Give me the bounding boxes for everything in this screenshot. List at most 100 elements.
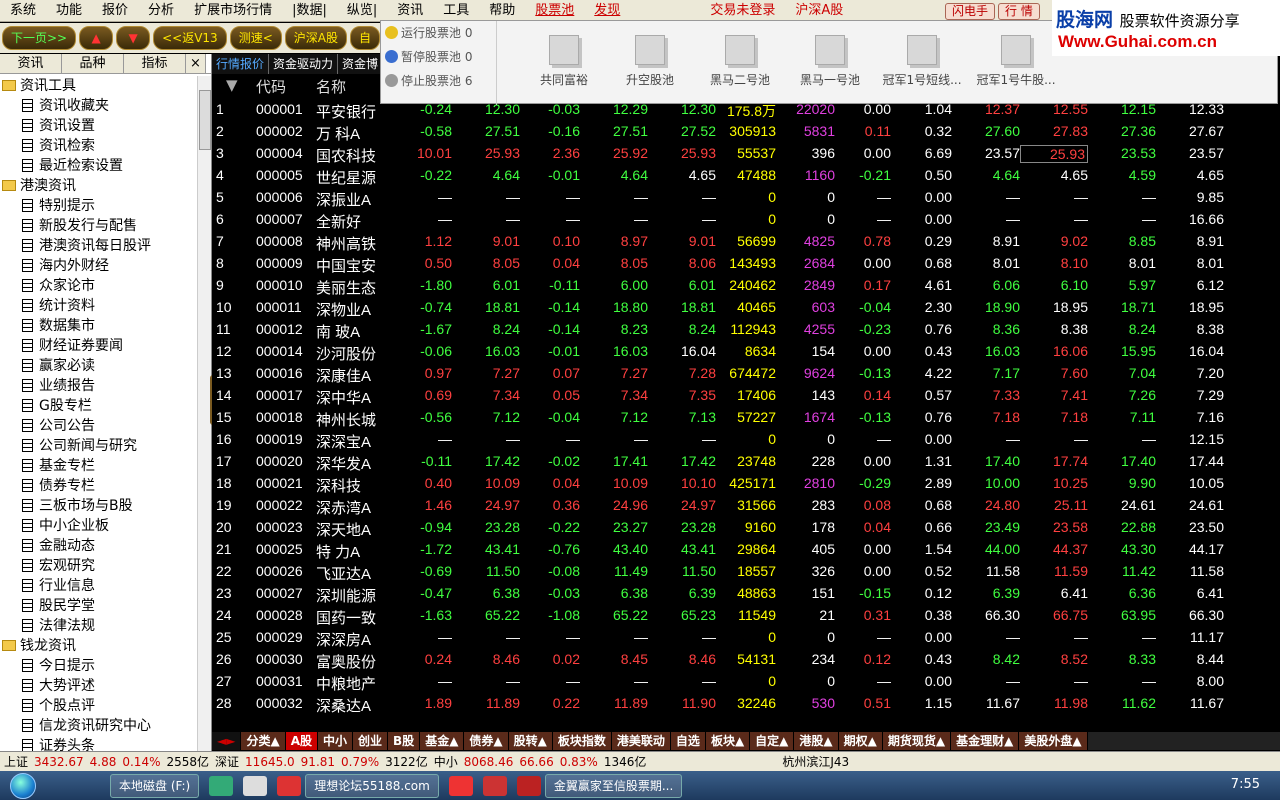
- taskbar-disk[interactable]: 本地磁盘 (F:): [110, 773, 200, 798]
- market-tab[interactable]: 创业: [353, 732, 389, 750]
- tree-item[interactable]: 个股点评: [0, 696, 196, 716]
- menu-data[interactable]: |数据|: [282, 0, 337, 22]
- menu-function[interactable]: 功能: [46, 0, 92, 22]
- pool-item[interactable]: 冠军1号短线...: [877, 35, 967, 88]
- tree-item[interactable]: 众家论市: [0, 276, 196, 296]
- table-row[interactable]: 6 000007 全新好 — — — — —0 0—0.00— — —16.66: [212, 208, 1226, 231]
- market-tab[interactable]: 基金▲: [420, 732, 465, 750]
- quote-button[interactable]: 行 情: [998, 3, 1040, 20]
- up-arrow-button[interactable]: ▲: [79, 26, 114, 50]
- tab-info[interactable]: 资讯: [0, 54, 62, 73]
- tree-item[interactable]: 统计资料: [0, 296, 196, 316]
- table-row[interactable]: 4 000005 世纪星源 -0.22 4.64 -0.01 4.64 4.65 47488 11…: [212, 164, 1226, 187]
- market-tab[interactable]: 港股▲: [794, 732, 839, 750]
- app-icon[interactable]: [516, 775, 541, 796]
- market-tab[interactable]: A股: [285, 732, 318, 750]
- tree-item[interactable]: 资讯设置: [0, 116, 196, 136]
- menu-help[interactable]: 帮助: [479, 0, 525, 22]
- market-tab[interactable]: 美股外盘▲: [1019, 732, 1088, 750]
- app-icon[interactable]: [277, 775, 302, 796]
- table-row[interactable]: 23 000027 深圳能源 -0.47 6.38 -0.03 6.38 6.39 48863 1…: [212, 582, 1226, 605]
- header-name[interactable]: 名称: [316, 76, 346, 97]
- market-tab[interactable]: 板块指数: [552, 732, 612, 750]
- clock[interactable]: 7:55: [1231, 777, 1260, 792]
- tab-fund-drive[interactable]: 资金驱动力: [269, 54, 339, 74]
- menu-info[interactable]: 资讯: [387, 0, 433, 22]
- table-row[interactable]: 7 000008 神州高铁 1.12 9.01 0.10 8.97 9.01 56699 4825…: [212, 230, 1226, 253]
- tab-scroll-arrows[interactable]: ◄►: [212, 732, 242, 750]
- tree-item[interactable]: 信龙资讯研究中心: [0, 716, 196, 736]
- taskbar-forum[interactable]: 理想论坛55188.com: [305, 773, 439, 798]
- self-select-button[interactable]: 自: [349, 26, 380, 50]
- pool-item[interactable]: 黑马一号池: [787, 35, 873, 88]
- tree-item[interactable]: 股民学堂: [0, 596, 196, 616]
- tree-folder[interactable]: 钱龙资讯: [0, 636, 196, 656]
- menu-analysis[interactable]: 分析: [138, 0, 184, 22]
- tree-item[interactable]: 数据集市: [0, 316, 196, 336]
- table-row[interactable]: 19 000022 深赤湾A 1.46 24.97 0.36 24.96 24.97 31566…: [212, 494, 1226, 517]
- tree-item[interactable]: 海内外财经: [0, 256, 196, 276]
- tree-item[interactable]: 赢家必读: [0, 356, 196, 376]
- tree-item[interactable]: 法律法规: [0, 616, 196, 636]
- market-tab[interactable]: 分类▲: [241, 732, 286, 750]
- stopped-pool[interactable]: 停止股票池 6: [381, 69, 496, 93]
- menu-stock-pool[interactable]: 股票池: [525, 0, 584, 22]
- menu-overview[interactable]: 纵览|: [337, 0, 387, 22]
- table-row[interactable]: 16 000019 深深宝A — — — — —0 0—0.00— — —12.15: [212, 428, 1226, 451]
- market-tab[interactable]: 港美联动: [611, 732, 671, 750]
- tree-item[interactable]: 金融动态: [0, 536, 196, 556]
- table-row[interactable]: 27 000031 中粮地产 — — — — —0 0—0.00— — —8.00: [212, 670, 1226, 693]
- tree-item[interactable]: 资讯检索: [0, 136, 196, 156]
- menu-quote[interactable]: 报价: [92, 0, 138, 22]
- tree-item[interactable]: 公司新闻与研究: [0, 436, 196, 456]
- tree-item[interactable]: 港澳资讯每日股评: [0, 236, 196, 256]
- pool-item[interactable]: 冠军1号牛股...: [969, 35, 1063, 88]
- table-row[interactable]: 2 000002 万 科A -0.58 27.51 -0.16 27.51 27.52 3059…: [212, 120, 1226, 143]
- table-row[interactable]: 8 000009 中国宝安 0.50 8.05 0.04 8.05 8.06 143493 268…: [212, 252, 1226, 275]
- sort-icon[interactable]: ▼: [226, 76, 238, 94]
- tree-item[interactable]: 最近检索设置: [0, 156, 196, 176]
- tree-item[interactable]: 资讯收藏夹: [0, 96, 196, 116]
- tree-item[interactable]: 债券专栏: [0, 476, 196, 496]
- market-tab[interactable]: 期权▲: [838, 732, 883, 750]
- tree-scrollbar[interactable]: [197, 76, 211, 752]
- app-icon[interactable]: [448, 775, 473, 796]
- tree-item[interactable]: 基金专栏: [0, 456, 196, 476]
- table-row[interactable]: 25 000029 深深房A — — — — —0 0—0.00— — —11.17: [212, 626, 1226, 649]
- running-pool[interactable]: 运行股票池 0: [381, 21, 496, 45]
- app-icon[interactable]: [209, 775, 234, 796]
- flash-button[interactable]: 闪电手: [945, 3, 996, 20]
- trade-status[interactable]: 交易未登录: [700, 0, 785, 22]
- tree-item[interactable]: 公司公告: [0, 416, 196, 436]
- down-arrow-button[interactable]: ▼: [116, 26, 151, 50]
- menu-tools[interactable]: 工具: [433, 0, 479, 22]
- table-row[interactable]: 10 000011 深物业A -0.74 18.81 -0.14 18.80 18.81 404…: [212, 296, 1226, 319]
- menu-ext-market[interactable]: 扩展市场行情: [184, 0, 282, 22]
- paused-pool[interactable]: 暂停股票池 0: [381, 45, 496, 69]
- app-icon[interactable]: [243, 775, 268, 796]
- table-row[interactable]: 22 000026 飞亚达A -0.69 11.50 -0.08 11.49 11.50 185…: [212, 560, 1226, 583]
- pool-item[interactable]: 升空股池: [607, 35, 693, 88]
- table-row[interactable]: 21 000025 特 力A -1.72 43.41 -0.76 43.40 43.41 298…: [212, 538, 1226, 561]
- table-row[interactable]: 11 000012 南 玻A -1.67 8.24 -0.14 8.23 8.24 112943…: [212, 318, 1226, 341]
- table-row[interactable]: 13 000016 深康佳A 0.97 7.27 0.07 7.27 7.28 674472 96…: [212, 362, 1226, 385]
- start-button[interactable]: [0, 771, 46, 800]
- app-icon[interactable]: [482, 775, 507, 796]
- taskbar-app[interactable]: 金翼赢家至信股票期...: [544, 773, 683, 798]
- tree-item[interactable]: 中小企业板: [0, 516, 196, 536]
- close-icon[interactable]: ×: [186, 54, 206, 73]
- table-row[interactable]: 3 000004 国农科技 10.01 25.93 2.36 25.92 25.93 55537…: [212, 142, 1226, 165]
- tab-variety[interactable]: 品种: [62, 54, 124, 73]
- tab-quote[interactable]: 行情报价: [212, 54, 270, 74]
- market-tab[interactable]: 债券▲: [464, 732, 509, 750]
- market-button[interactable]: 沪深A股: [284, 26, 347, 50]
- table-row[interactable]: 17 000020 深华发A -0.11 17.42 -0.02 17.41 17.42 237…: [212, 450, 1226, 473]
- table-row[interactable]: 24 000028 国药一致 -1.63 65.22 -1.08 65.22 65.23 115…: [212, 604, 1226, 627]
- table-row[interactable]: 5 000006 深振业A — — — — —0 0—0.00— — —9.85: [212, 186, 1226, 209]
- header-code[interactable]: 代码: [256, 76, 286, 97]
- tree-item[interactable]: 行业信息: [0, 576, 196, 596]
- market-tab[interactable]: 股转▲: [508, 732, 553, 750]
- tree-item[interactable]: 证券头条: [0, 736, 196, 752]
- tree-item[interactable]: 大势评述: [0, 676, 196, 696]
- market-tab[interactable]: 中小: [318, 732, 354, 750]
